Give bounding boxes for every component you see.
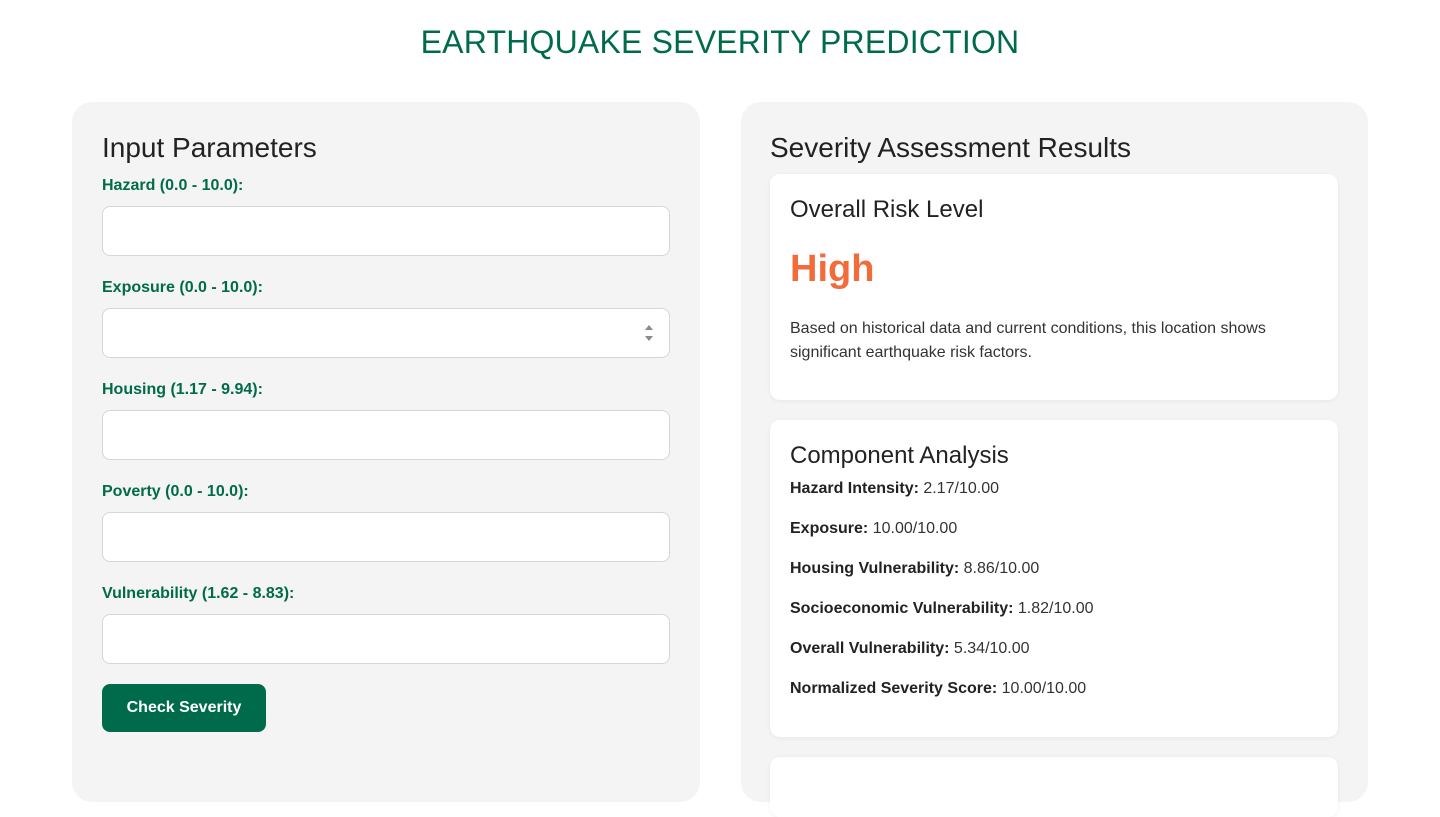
housing-label: Housing (1.17 - 9.94):	[102, 381, 263, 398]
spinner-up-icon[interactable]	[645, 325, 653, 330]
metric-socioeconomic-vulnerability: Socioeconomic Vulnerability: 1.82/10.00	[790, 600, 1094, 618]
metric-label: Hazard Intensity:	[790, 480, 919, 497]
risk-card-title: Overall Risk Level	[790, 196, 984, 223]
metric-overall-vulnerability: Overall Vulnerability: 5.34/10.00	[790, 640, 1030, 658]
next-result-card	[770, 757, 1338, 817]
metric-housing-vulnerability: Housing Vulnerability: 8.86/10.00	[790, 560, 1039, 578]
metric-hazard-intensity: Hazard Intensity: 2.17/10.00	[790, 480, 999, 498]
spinner-down-icon[interactable]	[645, 336, 653, 341]
component-analysis-card: Component Analysis Hazard Intensity: 2.1…	[770, 420, 1338, 737]
hazard-label: Hazard (0.0 - 10.0):	[102, 177, 244, 194]
vulnerability-label: Vulnerability (1.62 - 8.83):	[102, 585, 295, 602]
metric-value: 10.00/10.00	[1001, 680, 1087, 697]
input-panel: Input Parameters Hazard (0.0 - 10.0): Ex…	[72, 102, 700, 802]
component-card-title: Component Analysis	[790, 442, 1009, 469]
metric-label: Socioeconomic Vulnerability:	[790, 600, 1014, 617]
metric-normalized-severity-score: Normalized Severity Score: 10.00/10.00	[790, 680, 1086, 698]
metric-value: 5.34/10.00	[953, 640, 1030, 657]
metric-exposure: Exposure: 10.00/10.00	[790, 520, 957, 538]
metric-label: Exposure:	[790, 520, 869, 537]
results-panel-heading: Severity Assessment Results	[770, 132, 1132, 163]
poverty-label: Poverty (0.0 - 10.0):	[102, 483, 249, 500]
number-spinner[interactable]	[645, 324, 653, 344]
vulnerability-input[interactable]	[102, 614, 670, 664]
exposure-input[interactable]	[102, 308, 670, 358]
page-title: EARTHQUAKE SEVERITY PREDICTION	[420, 24, 1020, 60]
hazard-input[interactable]	[102, 206, 670, 256]
poverty-input[interactable]	[102, 512, 670, 562]
metric-label: Normalized Severity Score:	[790, 680, 998, 697]
risk-description: Based on historical data and current con…	[790, 320, 1266, 361]
metric-value: 10.00/10.00	[872, 520, 958, 537]
results-panel: Severity Assessment Results Overall Risk…	[741, 102, 1368, 817]
risk-level-value: High	[790, 248, 875, 290]
housing-input[interactable]	[102, 410, 670, 460]
metric-label: Housing Vulnerability:	[790, 560, 960, 577]
input-panel-heading: Input Parameters	[102, 132, 317, 163]
metric-label: Overall Vulnerability:	[790, 640, 950, 657]
risk-level-card: Overall Risk Level High Based on histori…	[770, 174, 1338, 400]
check-severity-button[interactable]: Check Severity	[102, 684, 266, 732]
exposure-label: Exposure (0.0 - 10.0):	[102, 279, 263, 296]
metric-value: 2.17/10.00	[923, 480, 999, 497]
metric-value: 8.86/10.00	[963, 560, 1040, 577]
metric-value: 1.82/10.00	[1017, 600, 1094, 617]
